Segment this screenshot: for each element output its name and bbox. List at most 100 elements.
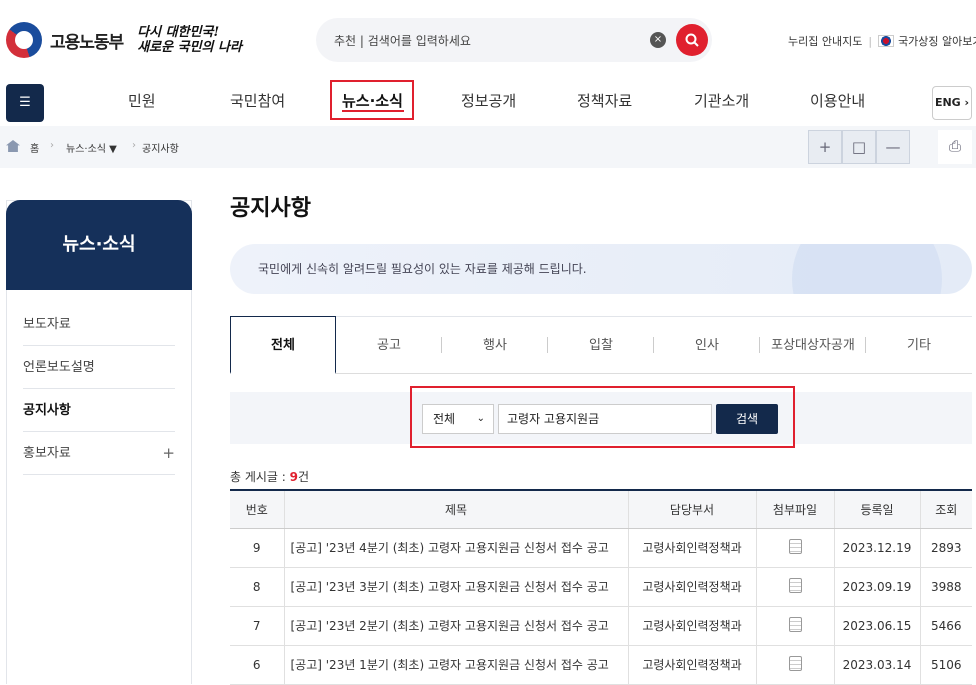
total-count: 총 게시글 : 9건 xyxy=(230,468,309,485)
search-placeholder: 추천 | 검색어를 입력하세요 xyxy=(334,33,471,48)
row-dept: 고령사회인력정책과 xyxy=(627,528,756,568)
row-title-link[interactable]: [공고] '23년 3분기 (최초) 고령자 고용지원금 신청서 접수 공고 xyxy=(283,567,628,607)
tab-bid[interactable]: 입찰 xyxy=(548,317,654,374)
slogan-line2: 새로운 국민의 나라 xyxy=(137,40,242,55)
notice-table: 번호 제목 담당부서 첨부파일 등록일 조회 9 [공고] '23년 4분기 (… xyxy=(230,489,972,685)
sitemap-link[interactable]: 누리집 안내지도 xyxy=(788,33,862,49)
table-row: 8 [공고] '23년 3분기 (최초) 고령자 고용지원금 신청서 접수 공고… xyxy=(230,567,972,607)
zoom-out-button[interactable]: — xyxy=(876,130,910,164)
nav-item-civil[interactable]: 민원 xyxy=(128,90,156,111)
breadcrumb-home[interactable]: 홈 xyxy=(30,140,39,155)
total-prefix: 총 게시글 : xyxy=(230,470,290,484)
row-dept: 고령사회인력정책과 xyxy=(627,645,756,685)
row-title-link[interactable]: [공고] '23년 4분기 (최초) 고령자 고용지원금 신청서 접수 공고 xyxy=(283,528,628,568)
row-number: 8 xyxy=(230,567,284,607)
tab-label: 입찰 xyxy=(589,338,613,353)
highlight-box xyxy=(410,386,795,448)
ministry-logo[interactable]: 고용노동부 다시 대한민국! 새로운 국민의 나라 xyxy=(6,22,242,58)
table-row: 6 [공고] '23년 1분기 (최초) 고령자 고용지원금 신청서 접수 공고… xyxy=(230,645,972,685)
sidebar-title: 뉴스·소식 xyxy=(6,200,192,290)
row-title-link[interactable]: [공고] '23년 1분기 (최초) 고령자 고용지원금 신청서 접수 공고 xyxy=(283,645,628,685)
row-views: 3988 xyxy=(919,567,972,607)
file-icon[interactable] xyxy=(788,616,802,632)
table-row: 7 [공고] '23년 2분기 (최초) 고령자 고용지원금 신청서 접수 공고… xyxy=(230,606,972,646)
col-title: 제목 xyxy=(283,489,628,529)
page-intro: 국민에게 신속히 알려드릴 필요성이 있는 자료를 제공해 드립니다. xyxy=(230,244,972,294)
breadcrumb-news[interactable]: 뉴스·소식 ▼ xyxy=(66,140,117,155)
tab-event[interactable]: 행사 xyxy=(442,317,548,374)
page-title: 공지사항 xyxy=(230,196,311,221)
chevron-right-icon: › xyxy=(132,140,136,151)
row-date: 2023.06.15 xyxy=(833,606,920,646)
home-icon[interactable] xyxy=(6,140,20,152)
row-number: 9 xyxy=(230,528,284,568)
tab-label: 포상대상자공개 xyxy=(771,338,855,353)
tab-announcement[interactable]: 공고 xyxy=(336,317,442,374)
row-attachment[interactable] xyxy=(755,645,834,685)
main-navigation: ☰ 민원 국민참여 뉴스·소식 정보공개 정책자료 기관소개 이용안내 ENG … xyxy=(0,80,976,124)
row-views: 5106 xyxy=(919,645,972,685)
nav-item-policy[interactable]: 정책자료 xyxy=(577,90,632,111)
row-date: 2023.12.19 xyxy=(833,528,920,568)
sidebar-item-label: 공지사항 xyxy=(23,403,71,418)
national-symbol-link[interactable]: 국가상징 알아보기 xyxy=(898,33,976,49)
site-header: 고용노동부 다시 대한민국! 새로운 국민의 나라 추천 | 검색어를 입력하세… xyxy=(0,0,976,80)
row-title-link[interactable]: [공고] '23년 2분기 (최초) 고령자 고용지원금 신청서 접수 공고 xyxy=(283,606,628,646)
tab-label: 공고 xyxy=(377,338,401,353)
divider: | xyxy=(868,34,873,48)
row-dept: 고령사회인력정책과 xyxy=(627,567,756,607)
sidebar-item-label: 언론보도설명 xyxy=(23,360,95,375)
sidebar-item-notice[interactable]: 공지사항 xyxy=(23,389,175,432)
nav-item-guide[interactable]: 이용안내 xyxy=(810,90,865,111)
col-dept: 담당부서 xyxy=(627,489,756,529)
total-suffix: 건 xyxy=(298,470,310,484)
row-date: 2023.09.19 xyxy=(833,567,920,607)
clear-icon[interactable]: × xyxy=(650,32,666,48)
zoom-in-button[interactable]: + xyxy=(808,130,842,164)
global-search-input[interactable]: 추천 | 검색어를 입력하세요 × xyxy=(316,18,712,62)
search-button[interactable] xyxy=(676,24,708,56)
nav-item-about[interactable]: 기관소개 xyxy=(694,90,749,111)
plus-icon[interactable]: + xyxy=(162,432,175,475)
main-content: 공지사항 국민에게 신속히 알려드릴 필요성이 있는 자료를 제공해 드립니다.… xyxy=(230,190,976,685)
sidebar-item-label: 홍보자료 xyxy=(23,446,71,461)
tab-all[interactable]: 전체 xyxy=(230,316,336,374)
row-number: 6 xyxy=(230,645,284,685)
col-attachment: 첨부파일 xyxy=(755,489,834,529)
highlight-box xyxy=(330,80,414,120)
sidebar-item-label: 보도자료 xyxy=(23,317,71,332)
chevron-right-icon: › xyxy=(50,140,54,151)
row-attachment[interactable] xyxy=(755,528,834,568)
file-icon[interactable] xyxy=(788,655,802,671)
tab-personnel[interactable]: 인사 xyxy=(654,317,760,374)
row-number: 7 xyxy=(230,606,284,646)
row-dept: 고령사회인력정책과 xyxy=(627,606,756,646)
print-icon[interactable]: ⎙ xyxy=(938,130,972,164)
col-number: 번호 xyxy=(230,489,284,529)
search-icon xyxy=(685,33,699,47)
org-name: 고용노동부 xyxy=(50,32,124,53)
col-date: 등록일 xyxy=(833,489,920,529)
row-date: 2023.03.14 xyxy=(833,645,920,685)
sidebar-item-promo[interactable]: 홍보자료 + xyxy=(23,432,175,475)
tab-award-disclosure[interactable]: 포상대상자공개 xyxy=(760,317,866,374)
total-number: 9 xyxy=(289,470,299,484)
emblem-icon xyxy=(6,22,42,58)
hamburger-menu-button[interactable]: ☰ xyxy=(6,84,44,122)
zoom-reset-button[interactable]: □ xyxy=(842,130,876,164)
row-attachment[interactable] xyxy=(755,606,834,646)
sidebar-item-press-explain[interactable]: 언론보도설명 xyxy=(23,346,175,389)
file-icon[interactable] xyxy=(788,577,802,593)
nav-item-info-disclosure[interactable]: 정보공개 xyxy=(461,90,516,111)
nav-item-participation[interactable]: 국민참여 xyxy=(230,90,285,111)
col-views: 조회 xyxy=(919,489,972,529)
tab-label: 인사 xyxy=(695,338,719,353)
category-tabs: 전체 공고 행사 입찰 인사 포상대상자공개 기타 xyxy=(230,316,972,374)
slogan: 다시 대한민국! 새로운 국민의 나라 xyxy=(137,25,242,55)
sidebar-item-press[interactable]: 보도자료 xyxy=(23,303,175,346)
row-attachment[interactable] xyxy=(755,567,834,607)
english-button[interactable]: ENG › xyxy=(932,86,972,120)
tab-etc[interactable]: 기타 xyxy=(866,317,972,374)
file-icon[interactable] xyxy=(788,538,802,554)
breadcrumb-current: 공지사항 xyxy=(142,144,179,155)
